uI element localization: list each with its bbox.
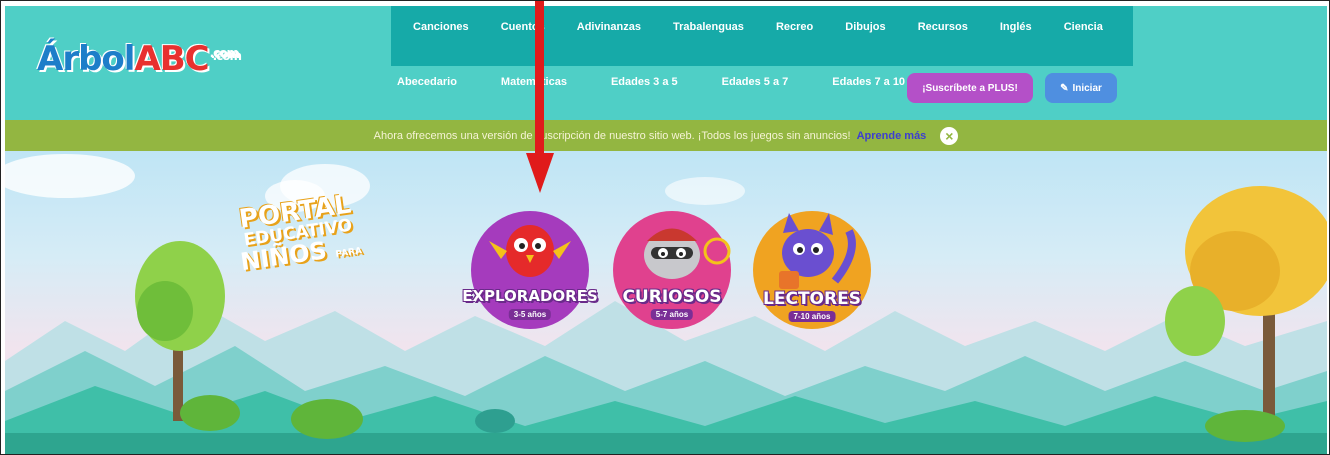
notice-bar: Ahora ofrecemos una versión de suscripci… <box>5 120 1327 151</box>
nav-ciencia[interactable]: Ciencia <box>1064 21 1103 33</box>
red-arrow-annotation <box>526 1 554 193</box>
nav-adivinanzas[interactable]: Adivinanzas <box>577 21 641 33</box>
badge-curiosos[interactable]: CURIOSOS 5-7 años <box>613 211 731 329</box>
login-button[interactable]: ✎ Iniciar <box>1045 73 1117 103</box>
badge-lectores-label: LECTORES <box>763 289 861 309</box>
hero-banner: PORTAL EDUCATIVO NIÑOS PARA EXPLORADORES… <box>5 151 1327 454</box>
badge-curiosos-age: 5-7 años <box>650 309 694 320</box>
nav-dibujos[interactable]: Dibujos <box>845 21 885 33</box>
nav-canciones[interactable]: Canciones <box>413 21 469 33</box>
badge-exploradores-label: EXPLORADORES <box>462 287 598 305</box>
badge-exploradores[interactable]: EXPLORADORES 3-5 años <box>462 211 598 329</box>
nav-trabalenguas[interactable]: Trabalenguas <box>673 21 744 33</box>
screenshot-frame: ÁrbolABC .com Canciones Cuentos Adivinanz… <box>0 0 1330 455</box>
nav-edades-5-7[interactable]: Edades 5 a 7 <box>722 76 789 88</box>
nav-recursos[interactable]: Recursos <box>918 21 968 33</box>
logo-abc: ABC <box>134 39 209 79</box>
nav-edades-7-10[interactable]: Edades 7 a 10 <box>832 76 905 88</box>
primary-nav-box <box>391 6 1133 66</box>
site-logo[interactable]: ÁrbolABC .com <box>37 39 240 79</box>
learn-more-link[interactable]: Aprende más <box>857 130 927 142</box>
logo-text: Árbol <box>37 39 135 79</box>
subscribe-plus-button[interactable]: ¡Suscríbete a PLUS! <box>907 73 1033 103</box>
nav-ingles[interactable]: Inglés <box>1000 21 1032 33</box>
nav-edades-3-5[interactable]: Edades 3 a 5 <box>611 76 678 88</box>
close-icon[interactable]: × <box>940 126 959 145</box>
primary-nav: Canciones Cuentos Adivinanzas Trabalengu… <box>387 21 1129 33</box>
badge-curiosos-label: CURIOSOS <box>622 287 722 307</box>
notice-text: Ahora ofrecemos una versión de suscripci… <box>373 129 851 142</box>
secondary-nav: Abecedario Matemáticas Edades 3 a 5 Edad… <box>397 76 949 88</box>
badge-exploradores-age: 3-5 años <box>508 309 552 320</box>
subscribe-label: ¡Suscríbete a PLUS! <box>922 82 1018 94</box>
badge-lectores-age: 7-10 años <box>788 311 836 322</box>
logo-com: .com <box>210 46 240 61</box>
nav-recreo[interactable]: Recreo <box>776 21 813 33</box>
login-label: Iniciar <box>1072 82 1102 94</box>
badge-lectores[interactable]: LECTORES 7-10 años <box>753 211 871 329</box>
login-icon: ✎ <box>1060 82 1069 94</box>
nav-abecedario[interactable]: Abecedario <box>397 76 457 88</box>
